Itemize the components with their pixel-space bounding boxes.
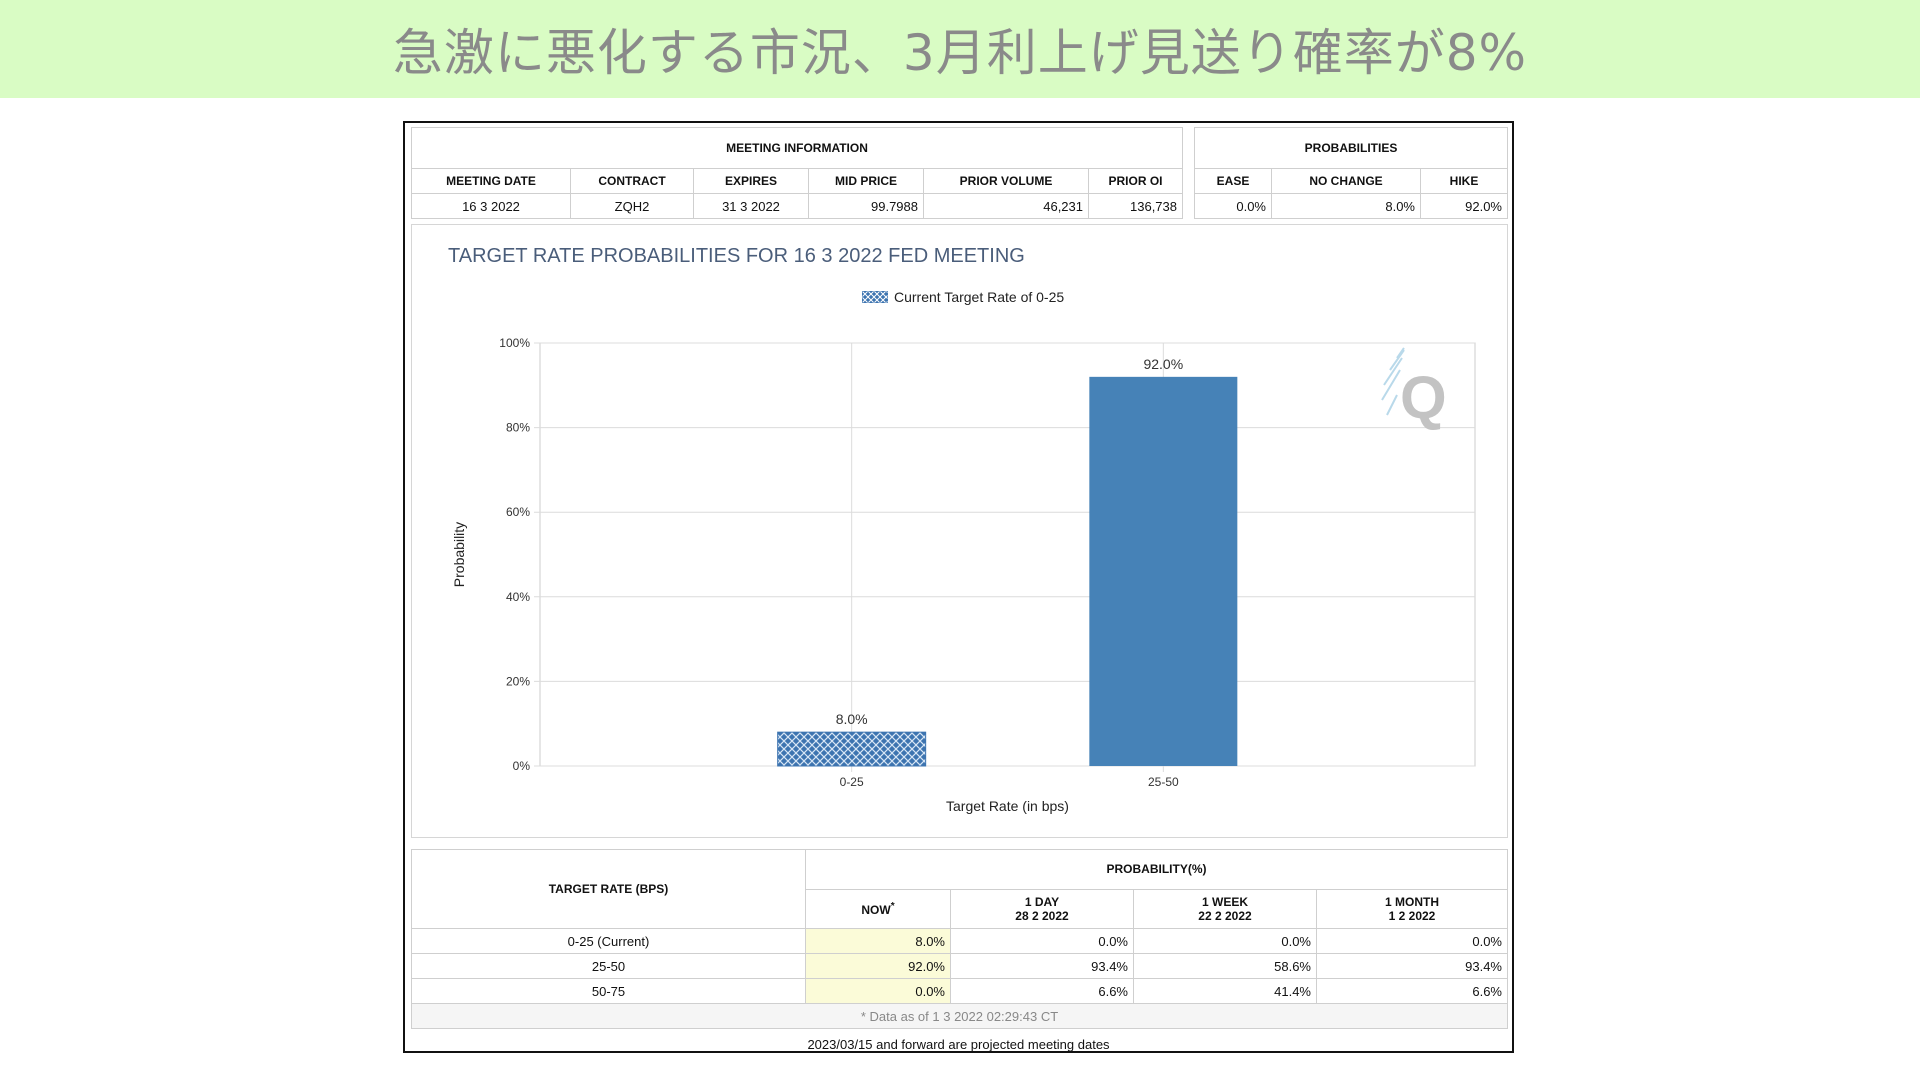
table-row: 50-75 0.0% 6.6% 41.4% 6.6% bbox=[411, 978, 1508, 1004]
one-week-cell: 58.6% bbox=[1133, 953, 1317, 979]
q-logo-icon: Q bbox=[1381, 347, 1447, 431]
meeting-info-table: MEETING INFORMATION MEETING DATE CONTRAC… bbox=[411, 127, 1183, 219]
now-cell: 8.0% bbox=[805, 928, 951, 954]
meeting-date-header: MEETING DATE bbox=[411, 168, 571, 194]
rate-cell: 0-25 (Current) bbox=[411, 928, 806, 954]
one-day-cell: 0.0% bbox=[950, 928, 1134, 954]
one-week-label: 1 WEEK bbox=[1201, 894, 1248, 909]
no-change-header: NO CHANGE bbox=[1271, 168, 1421, 194]
one-day-label: 1 DAY bbox=[1024, 894, 1060, 909]
one-day-cell: 93.4% bbox=[950, 953, 1134, 979]
one-day-date: 28 2 2022 bbox=[1015, 908, 1069, 923]
now-label: NOW bbox=[861, 902, 891, 917]
no-change-value: 8.0% bbox=[1271, 193, 1421, 219]
now-cell: 0.0% bbox=[805, 978, 951, 1004]
footer-note: 2023/03/15 and forward are projected mee… bbox=[807, 1037, 1110, 1052]
data-timestamp-note: * Data as of 1 3 2022 02:29:43 CT bbox=[411, 1003, 1508, 1029]
x-axis-label: Target Rate (in bps) bbox=[946, 798, 1069, 814]
y-tick-label: 20% bbox=[506, 674, 530, 688]
prior-volume-value: 46,231 bbox=[923, 193, 1089, 219]
probabilities-table: PROBABILITIES EASE NO CHANGE HIKE 0.0% 8… bbox=[1194, 127, 1508, 219]
one-week-date: 22 2 2022 bbox=[1198, 908, 1252, 923]
table-row: 0-25 (Current) 8.0% 0.0% 0.0% 0.0% bbox=[411, 928, 1508, 954]
hike-header: HIKE bbox=[1420, 168, 1508, 194]
y-tick-label: 100% bbox=[499, 336, 530, 350]
probability-history-table: TARGET RATE (BPS) PROBABILITY(%) NOW* 1 … bbox=[411, 849, 1508, 1029]
mid-price-value: 99.7988 bbox=[808, 193, 924, 219]
y-axis-label: Probability bbox=[451, 522, 467, 587]
one-day-header: 1 DAY 28 2 2022 bbox=[950, 888, 1134, 929]
one-week-cell: 41.4% bbox=[1133, 978, 1317, 1004]
y-tick-label: 80% bbox=[506, 421, 530, 435]
one-month-cell: 6.6% bbox=[1316, 978, 1508, 1004]
plot-area bbox=[539, 342, 1476, 767]
y-tick-label: 60% bbox=[506, 505, 530, 519]
bar-0-25 bbox=[777, 731, 927, 767]
now-marker: * bbox=[890, 900, 895, 912]
banner-title: 急激に悪化する市況、3月利上げ見送り確率が8% bbox=[392, 24, 1528, 82]
fedwatch-panel: MEETING INFORMATION MEETING DATE CONTRAC… bbox=[403, 121, 1514, 1053]
ease-value: 0.0% bbox=[1194, 193, 1272, 219]
prior-oi-value: 136,738 bbox=[1088, 193, 1183, 219]
one-month-cell: 0.0% bbox=[1316, 928, 1508, 954]
y-tick-label: 40% bbox=[506, 590, 530, 604]
chart-container: TARGET RATE PROBABILITIES FOR 16 3 2022 … bbox=[411, 224, 1508, 838]
ease-header: EASE bbox=[1194, 168, 1272, 194]
mid-price-header: MID PRICE bbox=[808, 168, 924, 194]
probabilities-header: PROBABILITIES bbox=[1194, 127, 1508, 169]
one-month-cell: 93.4% bbox=[1316, 953, 1508, 979]
one-week-header: 1 WEEK 22 2 2022 bbox=[1133, 888, 1317, 929]
data-label: 8.0% bbox=[836, 711, 868, 727]
contract-value: ZQH2 bbox=[570, 193, 694, 219]
meeting-info-header: MEETING INFORMATION bbox=[411, 127, 1183, 169]
y-tick-label: 0% bbox=[513, 759, 531, 773]
now-cell: 92.0% bbox=[805, 953, 951, 979]
one-week-cell: 0.0% bbox=[1133, 928, 1317, 954]
data-label: 92.0% bbox=[1143, 356, 1183, 372]
rate-cell: 50-75 bbox=[411, 978, 806, 1004]
one-month-label: 1 MONTH bbox=[1385, 894, 1439, 909]
contract-header: CONTRACT bbox=[570, 168, 694, 194]
title-banner: 急激に悪化する市況、3月利上げ見送り確率が8% bbox=[0, 0, 1920, 98]
expires-header: EXPIRES bbox=[693, 168, 809, 194]
prior-volume-header: PRIOR VOLUME bbox=[923, 168, 1089, 194]
svg-text:Q: Q bbox=[1400, 364, 1447, 431]
meeting-date-value: 16 3 2022 bbox=[411, 193, 571, 219]
prior-oi-header: PRIOR OI bbox=[1088, 168, 1183, 194]
bar-chart-svg: 0% 20% 40% 60% 80% 100% 8.0% 0-25 92.0% 25-50 Targ… bbox=[451, 336, 1476, 814]
rate-cell: 25-50 bbox=[411, 953, 806, 979]
one-day-cell: 6.6% bbox=[950, 978, 1134, 1004]
expires-value: 31 3 2022 bbox=[693, 193, 809, 219]
one-month-date: 1 2 2022 bbox=[1388, 908, 1436, 923]
x-tick-label: 0-25 bbox=[840, 775, 864, 789]
x-tick-label: 25-50 bbox=[1148, 775, 1179, 789]
target-rate-header: TARGET RATE (BPS) bbox=[411, 849, 806, 929]
one-month-header: 1 MONTH 1 2 2022 bbox=[1316, 888, 1508, 929]
bar-25-50 bbox=[1089, 376, 1238, 766]
table-row: 25-50 92.0% 93.4% 58.6% 93.4% bbox=[411, 953, 1508, 979]
hike-value: 92.0% bbox=[1420, 193, 1508, 219]
probability-group-header: PROBABILITY(%) bbox=[805, 849, 1508, 890]
now-header: NOW* bbox=[805, 888, 951, 929]
